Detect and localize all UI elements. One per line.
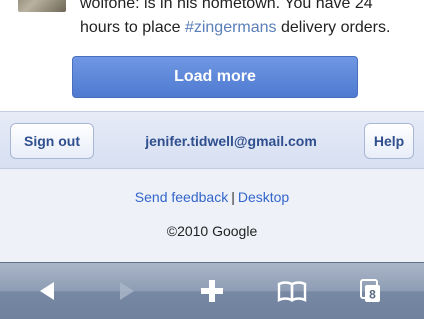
help-button[interactable]: Help [364, 123, 414, 159]
pages-icon: 8 [360, 279, 380, 302]
feed-line-1: wolfone: is in his hometown. You have 24 [80, 0, 373, 12]
bookmarks-button[interactable] [262, 263, 322, 319]
footer-links: Send feedback | Desktop [0, 189, 424, 205]
bookmarks-book-icon [277, 281, 307, 302]
plus-icon [201, 280, 223, 302]
browser-toolbar: 8 [0, 262, 424, 319]
account-bar: Sign out jenifer.tidwell@gmail.com Help [0, 111, 424, 169]
feed-line-2-suffix: delivery orders. [276, 19, 391, 36]
copyright-text: ©2010 Google [166, 223, 258, 239]
avatar [18, 0, 66, 12]
back-button[interactable] [18, 263, 78, 319]
add-bookmark-button[interactable] [182, 263, 242, 319]
footer-separator: | [231, 189, 235, 205]
feed-line-2-prefix: hours to place [80, 19, 185, 36]
feed-item: wolfone: is in his hometown. You have 24… [0, 0, 424, 50]
load-more-button[interactable]: Load more [72, 56, 358, 98]
pages-count: 8 [369, 288, 376, 302]
forward-button[interactable] [96, 263, 156, 319]
sign-out-button[interactable]: Sign out [10, 123, 94, 159]
footer: Send feedback | Desktop ©2010 Google [0, 169, 424, 262]
feed-item-text: wolfone: is in his hometown. You have 24… [80, 0, 420, 40]
send-feedback-link[interactable]: Send feedback [135, 189, 228, 205]
forward-arrow-icon [120, 282, 134, 300]
desktop-link[interactable]: Desktop [238, 189, 289, 205]
hashtag-link[interactable]: #zingermans [185, 19, 277, 36]
feed-line-2: hours to place #zingermans delivery orde… [80, 16, 420, 40]
back-arrow-icon [40, 282, 54, 300]
account-email: jenifer.tidwell@gmail.com [145, 133, 317, 149]
pages-button[interactable]: 8 [340, 263, 400, 319]
